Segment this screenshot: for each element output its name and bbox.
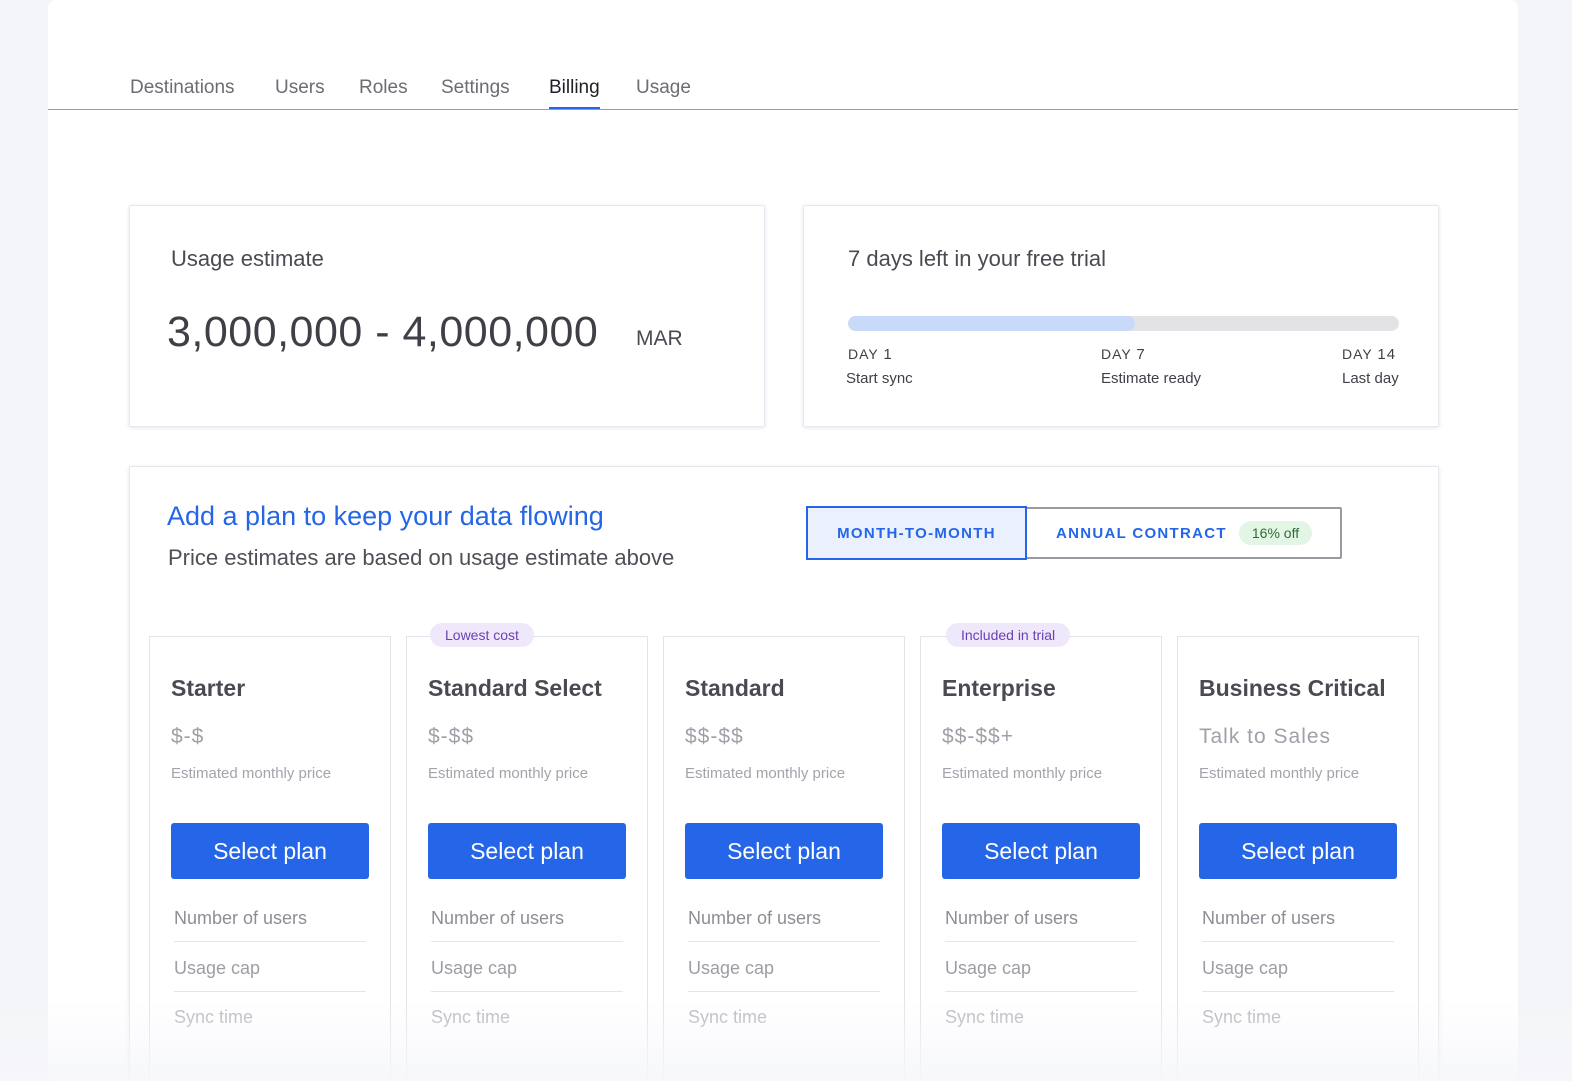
- usage-estimate-unit: MAR: [636, 327, 683, 350]
- usage-estimate-value: 3,000,000 - 4,000,000: [167, 308, 599, 356]
- plan-price: Talk to Sales: [1199, 725, 1332, 748]
- plans-subheading: Price estimates are based on usage estim…: [168, 545, 675, 570]
- select-plan-button[interactable]: Select plan: [685, 823, 883, 879]
- plan-price-note: Estimated monthly price: [171, 765, 332, 782]
- tab-usage[interactable]: Usage: [636, 76, 691, 109]
- lowest-cost-badge: Lowest cost: [430, 623, 534, 647]
- milestone-caption-start: Start sync: [846, 370, 913, 387]
- plan-price-note: Estimated monthly price: [685, 765, 846, 782]
- billing-period-toggle: MONTH-TO-MONTH ANNUAL CONTRACT 16% off: [806, 506, 1342, 560]
- select-plan-button[interactable]: Select plan: [428, 823, 626, 879]
- feature-sync-time: Sync time: [945, 1007, 1025, 1027]
- discount-badge: 16% off: [1238, 521, 1313, 545]
- trial-title: 7 days left in your free trial: [848, 246, 1107, 271]
- plans-card: Add a plan to keep your data flowing Pri…: [129, 466, 1439, 1081]
- feature-number-of-users: Number of users: [688, 908, 880, 942]
- feature-number-of-users: Number of users: [945, 908, 1137, 942]
- tab-settings[interactable]: Settings: [441, 76, 510, 109]
- plan-price-note: Estimated monthly price: [428, 765, 589, 782]
- feature-usage-cap: Usage cap: [1202, 958, 1394, 992]
- feature-usage-cap: Usage cap: [431, 958, 623, 992]
- milestone-day-14: DAY 14: [1342, 346, 1397, 363]
- milestone-day-1: DAY 1: [848, 346, 893, 363]
- feature-sync-time: Sync time: [1202, 1007, 1282, 1027]
- plan-price: $-$: [171, 725, 205, 748]
- plan-price-note: Estimated monthly price: [1199, 765, 1360, 782]
- plan-name: Standard: [685, 675, 785, 701]
- milestone-day-7: DAY 7: [1101, 346, 1146, 363]
- trial-progress-track: [848, 316, 1399, 331]
- milestone-caption-estimate: Estimate ready: [1101, 370, 1202, 387]
- milestone-caption-last: Last day: [1342, 370, 1399, 387]
- month-to-month-option[interactable]: MONTH-TO-MONTH: [806, 506, 1027, 560]
- plan-card-business-critical: Business Critical Talk to Sales Estimate…: [1177, 636, 1419, 1081]
- tab-roles[interactable]: Roles: [359, 76, 408, 109]
- plan-name: Starter: [171, 675, 246, 701]
- feature-usage-cap: Usage cap: [945, 958, 1137, 992]
- annual-contract-option[interactable]: ANNUAL CONTRACT 16% off: [1026, 509, 1313, 557]
- feature-sync-time: Sync time: [688, 1007, 768, 1027]
- feature-usage-cap: Usage cap: [174, 958, 366, 992]
- plans-heading: Add a plan to keep your data flowing: [167, 501, 604, 531]
- plan-card-enterprise: Included in trial Enterprise $$-$$+ Esti…: [920, 623, 1162, 1081]
- feature-number-of-users: Number of users: [431, 908, 623, 942]
- plan-card-standard: Standard $$-$$ Estimated monthly price S…: [663, 636, 905, 1081]
- tab-bar: Destinations Users Roles Settings Billin…: [48, 0, 1518, 110]
- included-in-trial-badge: Included in trial: [946, 623, 1071, 647]
- select-plan-button[interactable]: Select plan: [1199, 823, 1397, 879]
- tab-billing[interactable]: Billing: [549, 76, 600, 109]
- app-frame: Destinations Users Roles Settings Billin…: [48, 0, 1518, 1081]
- feature-sync-time: Sync time: [174, 1007, 254, 1027]
- tab-users[interactable]: Users: [275, 76, 325, 109]
- plan-card-starter: Starter $-$ Estimated monthly price Sele…: [149, 636, 391, 1081]
- feature-number-of-users: Number of users: [1202, 908, 1394, 942]
- select-plan-button[interactable]: Select plan: [171, 823, 369, 879]
- plan-price: $-$$: [428, 725, 475, 748]
- plan-price: $$-$$: [685, 725, 744, 748]
- usage-estimate-card: Usage estimate 3,000,000 - 4,000,000 MAR: [129, 205, 765, 427]
- feature-number-of-users: Number of users: [174, 908, 366, 942]
- plan-card-standard-select: Lowest cost Standard Select $-$$ Estimat…: [406, 623, 648, 1081]
- usage-estimate-label: Usage estimate: [171, 246, 324, 271]
- plan-name: Standard Select: [428, 675, 602, 701]
- trial-progress-fill: [848, 316, 1135, 331]
- plan-price: $$-$$+: [942, 725, 1014, 748]
- plan-price-note: Estimated monthly price: [942, 765, 1103, 782]
- feature-usage-cap: Usage cap: [688, 958, 880, 992]
- annual-contract-label: ANNUAL CONTRACT: [1056, 524, 1227, 542]
- feature-sync-time: Sync time: [431, 1007, 511, 1027]
- trial-card: 7 days left in your free trial DAY 1 Sta…: [803, 205, 1439, 427]
- select-plan-button[interactable]: Select plan: [942, 823, 1140, 879]
- plan-name: Enterprise: [942, 675, 1056, 701]
- plan-name: Business Critical: [1199, 675, 1386, 701]
- tab-destinations[interactable]: Destinations: [130, 76, 235, 109]
